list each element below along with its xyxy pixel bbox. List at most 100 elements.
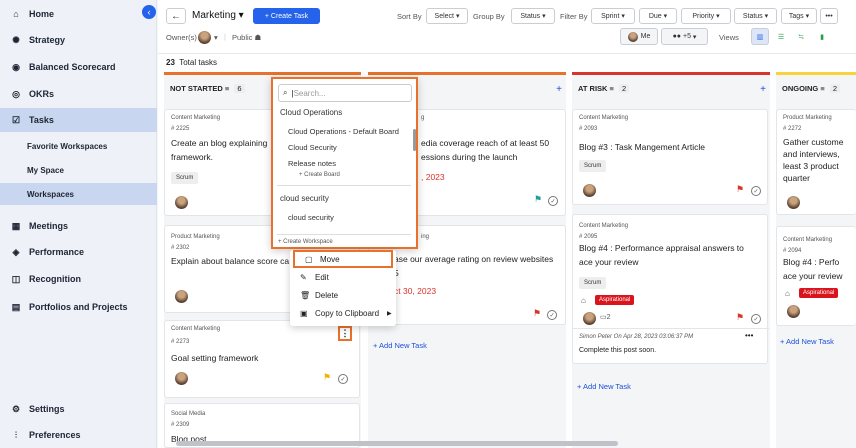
assignee-avatar[interactable] <box>583 312 596 325</box>
card-category: Content Marketing <box>783 237 833 243</box>
scorecard-icon: ◉ <box>12 61 20 72</box>
column-status-bar <box>572 72 770 75</box>
search-icon: ⌕ <box>283 88 288 97</box>
filter-priority[interactable]: Priority ▾ <box>681 8 731 24</box>
board-option-default[interactable]: Cloud Operations - Default Board <box>288 127 399 136</box>
sort-select[interactable]: Select ▾ <box>426 8 468 24</box>
task-card-2272[interactable]: Product Marketing # 2272 Gather custome a… <box>776 109 856 215</box>
flag-icon[interactable]: ⚑ <box>736 184 744 195</box>
complete-check-icon[interactable]: ✓ <box>338 374 348 384</box>
sidebar-item-okrs[interactable]: ◎ OKRs <box>0 82 157 106</box>
group-select[interactable]: Status ▾ <box>511 8 555 24</box>
sidebar-item-meetings[interactable]: ▦ Meetings <box>0 214 157 238</box>
workspace-title[interactable]: Marketing ▾ <box>192 10 244 21</box>
card-category: Content Marketing <box>579 115 629 121</box>
board-option-cloud-security-2[interactable]: cloud security <box>288 213 334 222</box>
due-date: , 2023 <box>421 172 445 182</box>
complete-check-icon[interactable]: ✓ <box>751 186 761 196</box>
filter-due[interactable]: Due ▾ <box>639 8 677 24</box>
assignee-avatar[interactable] <box>787 196 800 209</box>
dropdown-scrollbar[interactable] <box>413 129 416 151</box>
toolbar: ← Marketing ▾ + Create Task Sort By Sele… <box>158 0 856 54</box>
edit-menu-item[interactable]: ✎ Edit <box>290 268 396 286</box>
add-new-task-link[interactable]: + Add New Task <box>780 337 834 346</box>
create-board-link[interactable]: + Create Board <box>299 172 340 178</box>
complete-check-icon[interactable]: ✓ <box>548 196 558 206</box>
divider <box>573 328 769 329</box>
sidebar-item-recognition[interactable]: ◫ Recognition <box>0 267 157 291</box>
me-avatar <box>627 31 638 42</box>
assignee-avatar[interactable] <box>175 290 188 303</box>
workspace-group-cloud-security[interactable]: cloud security <box>280 194 329 203</box>
assignee-avatar[interactable] <box>175 372 188 385</box>
comment-text: Complete this post soon. <box>579 347 657 354</box>
card-category: Content Marketing <box>579 223 629 229</box>
move-menu-item[interactable]: ▢ Move <box>293 250 393 268</box>
owners-dropdown-icon[interactable]: ▾ <box>214 33 218 42</box>
owner-avatar[interactable] <box>198 31 211 44</box>
sidebar-item-workspaces[interactable]: Workspaces <box>0 183 157 205</box>
sidebar-item-favorite-workspaces[interactable]: Favorite Workspaces <box>0 135 157 157</box>
collapse-sidebar-button[interactable]: ‹ <box>142 5 156 19</box>
sidebar-item-performance[interactable]: ◈ Performance <box>0 240 157 264</box>
assignee-avatar[interactable] <box>175 196 188 209</box>
board-view-button[interactable]: ▥ <box>751 28 769 45</box>
tasks-icon: ☑ <box>11 114 21 125</box>
flag-icon[interactable]: ⚑ <box>736 312 744 323</box>
sidebar-item-balanced-scorecard[interactable]: ◉ Balanced Scorecard <box>0 55 157 79</box>
sidebar-item-strategy[interactable]: ✺ Strategy <box>0 28 157 52</box>
workspace-search-input[interactable]: ⌕ | Search... <box>278 84 412 102</box>
delete-menu-item[interactable]: 🗑 Delete <box>290 286 396 304</box>
workspace-group-cloud-operations[interactable]: Cloud Operations <box>280 108 342 117</box>
add-new-task-link[interactable]: + Add New Task <box>577 382 631 391</box>
assignee-avatar[interactable] <box>583 184 596 197</box>
card-menu-button[interactable]: ⋮ <box>338 326 352 341</box>
sidebar-item-preferences[interactable]: ⫶ Preferences <box>0 423 157 447</box>
sidebar-item-portfolios[interactable]: ▤ Portfolios and Projects <box>0 295 157 319</box>
filter-status[interactable]: Status ▾ <box>734 8 777 24</box>
add-new-task-link[interactable]: + Add New Task <box>373 341 427 350</box>
gantt-view-icon: ≒ <box>798 33 804 41</box>
task-card-2095[interactable]: Content Marketing # 2095 Blog #4 : Perfo… <box>572 214 769 364</box>
add-column-task-icon[interactable]: + <box>556 84 562 95</box>
complete-check-icon[interactable]: ✓ <box>751 314 761 324</box>
calendar-icon: ▦ <box>11 220 21 231</box>
visibility-public[interactable]: Public ☗ <box>232 33 261 42</box>
board-option-cloud-security[interactable]: Cloud Security <box>288 143 337 152</box>
list-view-button[interactable]: ☰ <box>772 28 790 45</box>
create-workspace-link[interactable]: + Create Workspace <box>278 239 333 245</box>
filter-tags[interactable]: Tags ▾ <box>781 8 817 24</box>
assignee-avatar[interactable] <box>787 305 800 318</box>
copy-clipboard-menu-item[interactable]: ▣ Copy to Clipboard ▶ <box>290 304 396 322</box>
create-task-button[interactable]: + Create Task <box>253 8 320 24</box>
me-filter-button[interactable]: Me <box>620 28 658 45</box>
flag-icon[interactable]: ⚑ <box>533 308 541 319</box>
back-button[interactable]: ← <box>166 8 186 24</box>
sidebar-item-settings[interactable]: ⚙ Settings <box>0 397 157 421</box>
task-card-2273[interactable]: Content Marketing # 2273 Goal setting fr… <box>164 320 360 398</box>
board-option-release-notes[interactable]: Release notes <box>288 159 336 168</box>
add-column-task-icon[interactable]: + <box>760 84 766 95</box>
card-category: ing <box>421 234 430 240</box>
comments-count[interactable]: ▭2 <box>600 313 611 321</box>
task-card-2094[interactable]: Content Marketing # 2094 Blog #4 : Perfo… <box>776 226 856 326</box>
filter-sprint[interactable]: Sprint ▾ <box>591 8 635 24</box>
gantt-view-button[interactable]: ≒ <box>792 28 810 45</box>
task-card-2093[interactable]: Content Marketing # 2093 Blog #3 : Task … <box>572 109 768 205</box>
complete-check-icon[interactable]: ✓ <box>547 310 557 320</box>
chart-view-button[interactable]: ▮ <box>813 28 831 45</box>
flag-icon[interactable]: ⚑ <box>323 372 331 383</box>
card-tag: Scrum <box>579 160 607 172</box>
sort-by-label: Sort By <box>397 12 422 21</box>
sidebar-item-my-space[interactable]: My Space <box>0 159 157 181</box>
card-number: # 2272 <box>783 126 802 132</box>
card-title: Blog #4 : Perfo ace your review <box>783 257 843 281</box>
flag-icon[interactable]: ⚑ <box>534 194 542 205</box>
sidebar-item-tasks[interactable]: ☑ Tasks <box>0 108 157 132</box>
members-filter-button[interactable]: ●● +5 ▾ <box>661 28 708 45</box>
sidebar-item-home[interactable]: ⌂ Home <box>0 2 157 26</box>
card-number: # 2095 <box>579 234 598 240</box>
horizontal-scrollbar[interactable] <box>176 441 618 446</box>
comment-more-button[interactable]: ••• <box>745 331 753 340</box>
more-filters-button[interactable]: ••• <box>820 8 838 24</box>
